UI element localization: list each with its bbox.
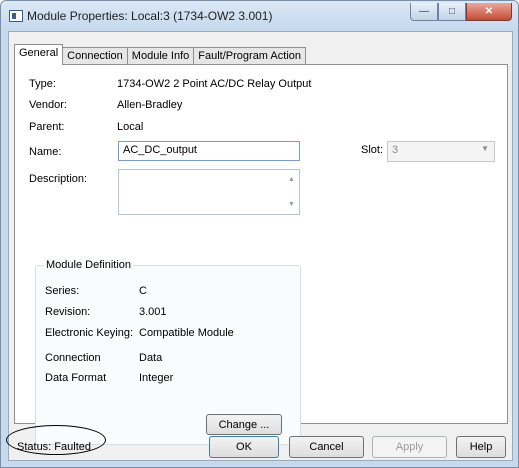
title-bar[interactable]: Module Properties: Local:3 (1734-OW2 3.0…: [1, 1, 518, 31]
minimize-icon: —: [419, 6, 429, 17]
tab-general[interactable]: General: [14, 44, 64, 65]
apply-button[interactable]: Apply: [372, 436, 447, 458]
close-icon: ✕: [484, 6, 494, 17]
change-button[interactable]: Change ...: [206, 414, 282, 435]
tab-connection[interactable]: Connection: [62, 47, 128, 65]
vendor-label: Vendor:: [29, 99, 67, 111]
slot-label: Slot:: [361, 144, 384, 156]
electronic-keying-label: Electronic Keying:: [45, 327, 134, 339]
window-title: Module Properties: Local:3 (1734-OW2 3.0…: [27, 9, 273, 23]
name-field[interactable]: AC_DC_output: [118, 141, 300, 161]
type-label: Type:: [29, 78, 56, 90]
electronic-keying-value: Compatible Module: [139, 327, 234, 339]
data-format-label: Data Format: [45, 372, 107, 384]
revision-label: Revision:: [45, 306, 91, 318]
window-icon: [9, 10, 23, 22]
type-value: 1734-OW2 2 Point AC/DC Relay Output: [117, 78, 312, 90]
maximize-icon: □: [448, 6, 456, 17]
dialog-body: General Connection Module Info Fault/Pro…: [8, 31, 513, 461]
status-highlight-ellipse: [6, 425, 106, 455]
slot-select[interactable]: 3 ▼: [387, 141, 495, 162]
connection-label: Connection: [45, 352, 101, 364]
cancel-button[interactable]: Cancel: [289, 436, 364, 458]
window-controls: — □ ✕: [410, 3, 512, 21]
maximize-button[interactable]: □: [438, 3, 466, 21]
revision-value: 3.001: [139, 306, 167, 318]
scroll-down-icon[interactable]: ▼: [288, 201, 295, 208]
tab-module-info[interactable]: Module Info: [126, 47, 195, 65]
tab-fault-program-action[interactable]: Fault/Program Action: [193, 47, 306, 65]
series-label: Series:: [45, 285, 80, 297]
slot-value: 3: [392, 144, 399, 156]
data-format-value: Integer: [139, 372, 174, 384]
series-value: C: [139, 285, 147, 297]
close-button[interactable]: ✕: [466, 3, 512, 21]
ok-button[interactable]: OK: [209, 436, 279, 458]
module-definition-group: Module Definition Series: C Revision: 3.…: [35, 259, 301, 445]
module-definition-title: Module Definition: [44, 259, 133, 271]
description-label: Description:: [29, 173, 88, 185]
connection-value: Data: [139, 352, 163, 364]
name-label: Name:: [29, 146, 62, 158]
minimize-button[interactable]: —: [410, 3, 438, 21]
general-tab-panel: Type: 1734-OW2 2 Point AC/DC Relay Outpu…: [14, 64, 508, 445]
help-button[interactable]: Help: [456, 436, 506, 458]
tab-strip: General Connection Module Info Fault/Pro…: [14, 44, 306, 65]
scroll-up-icon[interactable]: ▲: [288, 176, 295, 183]
module-properties-dialog: Module Properties: Local:3 (1734-OW2 3.0…: [0, 0, 519, 468]
parent-label: Parent:: [29, 121, 65, 133]
description-field[interactable]: ▲ ▼: [118, 169, 300, 215]
vendor-value: Allen-Bradley: [117, 99, 183, 111]
parent-value: Local: [117, 121, 144, 133]
chevron-down-icon: ▼: [481, 144, 489, 153]
description-scrollbar[interactable]: ▲ ▼: [283, 170, 299, 214]
